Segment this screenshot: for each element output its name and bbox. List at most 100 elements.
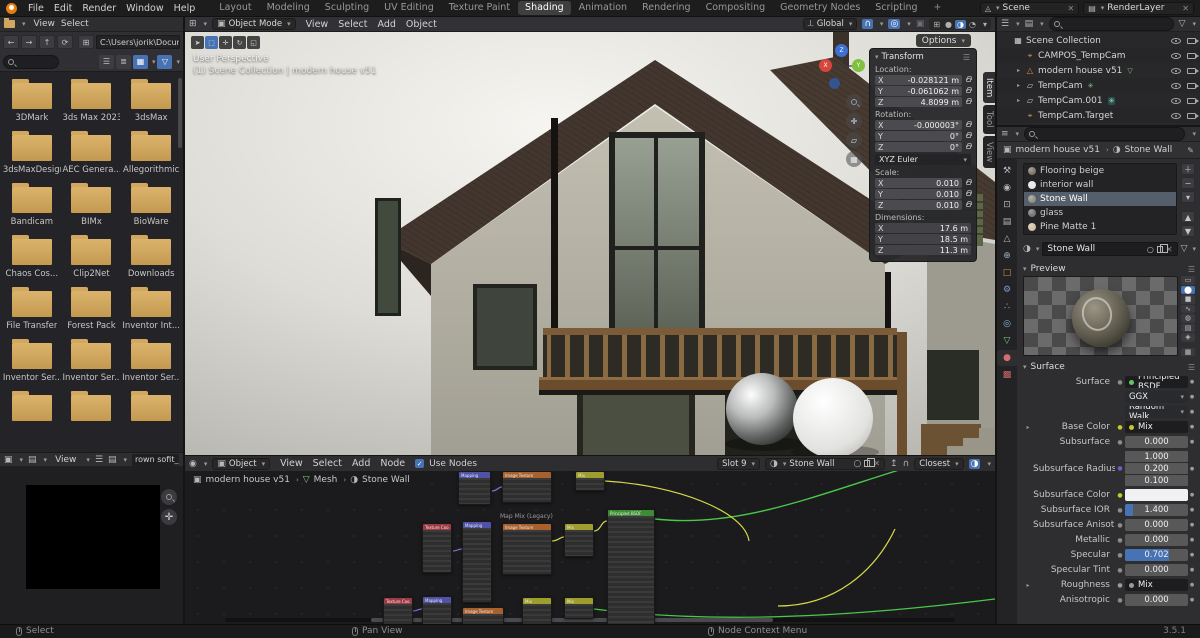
vector-field[interactable]: 0.200 — [1125, 463, 1188, 474]
image-editor-canvas[interactable]: ✛ — [0, 467, 183, 624]
menu-edit[interactable]: Edit — [49, 3, 77, 14]
vp-menu-select[interactable]: Select — [333, 19, 372, 30]
sidebar-tab-view[interactable]: View — [983, 136, 995, 168]
refresh-button[interactable]: ⟳ — [57, 35, 73, 49]
specials-filter-icon[interactable]: ▽ — [1181, 244, 1188, 254]
outliner-search-input[interactable] — [1049, 17, 1174, 31]
shader-node-mix[interactable]: Mix — [564, 597, 594, 619]
preview-shape-sphere-icon[interactable]: ⬤ — [1181, 286, 1195, 295]
transform-orientation-dropdown[interactable]: ⟂Global▾ — [803, 18, 858, 30]
properties-tab-particles[interactable]: ∴ — [997, 299, 1017, 315]
material-slot-stone-wall[interactable]: Stone Wall — [1024, 192, 1176, 206]
axis-field[interactable]: Z0.010 — [875, 200, 962, 210]
lock-icon[interactable] — [966, 89, 971, 93]
view-layer-selector[interactable]: ▤▾ RenderLayer ✕ — [1083, 2, 1194, 15]
preview-shape-cube-icon[interactable]: ■ — [1181, 295, 1195, 304]
vector-field[interactable]: 0.100 — [1125, 475, 1188, 486]
folder-item[interactable]: Allegorithmic — [121, 130, 181, 182]
outliner-item-scene-collection[interactable]: ▦Scene Collection — [997, 33, 1200, 48]
disable-render-icon[interactable] — [1187, 83, 1196, 89]
link-roughness[interactable]: Mix — [1125, 579, 1188, 591]
zoom-icon[interactable] — [846, 94, 862, 110]
move-slot-down-button[interactable]: ▼ — [1181, 225, 1195, 237]
use-nodes-checkbox[interactable]: ✓ — [415, 459, 424, 468]
fake-user-icon[interactable]: ○ — [1147, 245, 1154, 254]
folder-item[interactable]: 3dsMaxDesign — [2, 130, 62, 182]
properties-tab-texture[interactable]: ▩ — [997, 367, 1017, 383]
shader-node-texture-coordinate[interactable]: Texture Coordinate — [422, 523, 452, 573]
lock-icon[interactable] — [966, 181, 971, 185]
distribution-dropdown[interactable]: GGX▾ — [1125, 391, 1188, 403]
pin-icon[interactable]: ✎ — [1187, 146, 1194, 155]
vp-menu-add[interactable]: Add — [373, 19, 401, 30]
menu-render[interactable]: Render — [77, 3, 121, 14]
display-horizontal-list-icon[interactable]: ≣ — [116, 55, 131, 69]
axis-field[interactable]: Y0° — [875, 131, 962, 141]
properties-tab-render[interactable]: ◉ — [997, 180, 1017, 196]
folder-item[interactable]: Chaos Cos... — [2, 234, 62, 286]
overlays-dropdown[interactable]: ▾ — [987, 460, 991, 468]
properties-tab-scene[interactable]: △ — [997, 231, 1017, 247]
material-slot-flooring-beige[interactable]: Flooring beige — [1024, 164, 1176, 178]
snap-dropdown[interactable]: ▾ — [880, 20, 884, 28]
sidebar-tab-item[interactable]: Item — [983, 72, 995, 103]
image-name-field[interactable]: rown sofit_diffuse.png — [132, 454, 179, 466]
se-menu-select[interactable]: Select — [308, 458, 347, 469]
disable-render-icon[interactable] — [1187, 68, 1196, 74]
material-datablock[interactable]: ◑▾Stone Wall○✕ — [765, 458, 885, 470]
tool-rotate-icon[interactable]: ↻ — [233, 36, 246, 49]
keyframe-dot-icon[interactable]: ● — [1188, 507, 1196, 513]
outliner-item-tempcam-001[interactable]: ▸▱TempCam.001✳ — [997, 93, 1200, 108]
new-folder-button[interactable]: ⊞ — [78, 35, 94, 49]
folder-item[interactable]: Inventor Ser... — [62, 338, 122, 390]
folder-item[interactable] — [62, 390, 122, 442]
folder-item[interactable]: Clip2Net — [62, 234, 122, 286]
folder-item[interactable]: Forest Pack — [62, 286, 122, 338]
panel-menu-icon[interactable]: ☰ — [1188, 363, 1196, 372]
display-vertical-list-icon[interactable]: ☰ — [99, 55, 114, 69]
image-pan-icon[interactable]: ✛ — [161, 509, 177, 525]
display-thumbnails-icon[interactable]: ▦ — [133, 55, 148, 69]
outliner-item-tempcam[interactable]: ▸▱TempCam✳ — [997, 78, 1200, 93]
slider-specular-tint[interactable]: 0.000 — [1125, 564, 1188, 576]
breadcrumb-material[interactable]: Stone Wall — [1125, 145, 1173, 155]
axis-field[interactable]: Z0° — [875, 142, 962, 152]
filter-toggle-icon[interactable]: ▽ — [157, 55, 172, 69]
shading-dropdown[interactable]: ▾ — [981, 20, 989, 29]
fake-user-icon[interactable]: ○ — [853, 459, 861, 469]
menu-window[interactable]: Window — [121, 3, 168, 14]
axis-field[interactable]: X-0.028121 m — [875, 75, 962, 85]
rotation-mode-dropdown[interactable]: XYZ Euler▾ — [875, 154, 971, 165]
xray-toggle-icon[interactable]: ▣ — [916, 19, 925, 29]
editor-type-properties-icon[interactable]: ≡ — [1001, 129, 1009, 139]
vp-menu-object[interactable]: Object — [401, 19, 442, 30]
folder-item[interactable]: Downloads — [121, 234, 181, 286]
outliner-item-modern-house-v51[interactable]: ▸△modern house v51▽ — [997, 63, 1200, 78]
properties-search-input[interactable] — [1024, 127, 1185, 141]
pin-icon[interactable]: ↥ — [890, 459, 898, 469]
expand-arrow-icon[interactable]: ▸ — [1023, 424, 1033, 431]
lock-icon[interactable] — [966, 145, 971, 149]
workspace-tab-modeling[interactable]: Modeling — [260, 1, 317, 15]
fb-menu-view[interactable]: View — [31, 19, 58, 29]
properties-tab-modifiers[interactable]: ⚙ — [997, 282, 1017, 298]
workspace-tab-layout[interactable]: Layout — [212, 1, 258, 15]
parent-dir-button[interactable]: ↑ — [39, 35, 55, 49]
slider-subsurface-anisot[interactable]: 0.000 — [1125, 519, 1188, 531]
tool-cursor-icon[interactable]: ➤ — [191, 36, 204, 49]
back-button[interactable]: ← — [3, 35, 19, 49]
mode-dropdown[interactable]: ▣Object Mode▾ — [212, 18, 296, 30]
panel-menu-icon[interactable]: ☰ — [1188, 265, 1196, 274]
preview-world-icon[interactable]: ▦ — [1181, 348, 1195, 357]
properties-tab-tool[interactable]: ⚒ — [997, 163, 1017, 179]
keyframe-dot-icon[interactable]: ● — [1188, 424, 1196, 430]
path-field[interactable]: C:\Users\jorik\Documents\ — [96, 35, 180, 49]
properties-tab-material[interactable]: ● — [997, 350, 1017, 366]
workspace-tab-sculpting[interactable]: Sculpting — [318, 1, 376, 15]
gizmo-x-axis[interactable]: X — [819, 59, 832, 72]
hide-viewport-icon[interactable] — [1171, 113, 1181, 119]
link-base-color[interactable]: Mix — [1125, 421, 1188, 433]
lock-icon[interactable] — [966, 78, 971, 82]
slider-subsurface[interactable]: 0.000 — [1125, 436, 1188, 448]
proportional-dropdown[interactable]: ▾ — [907, 20, 911, 28]
